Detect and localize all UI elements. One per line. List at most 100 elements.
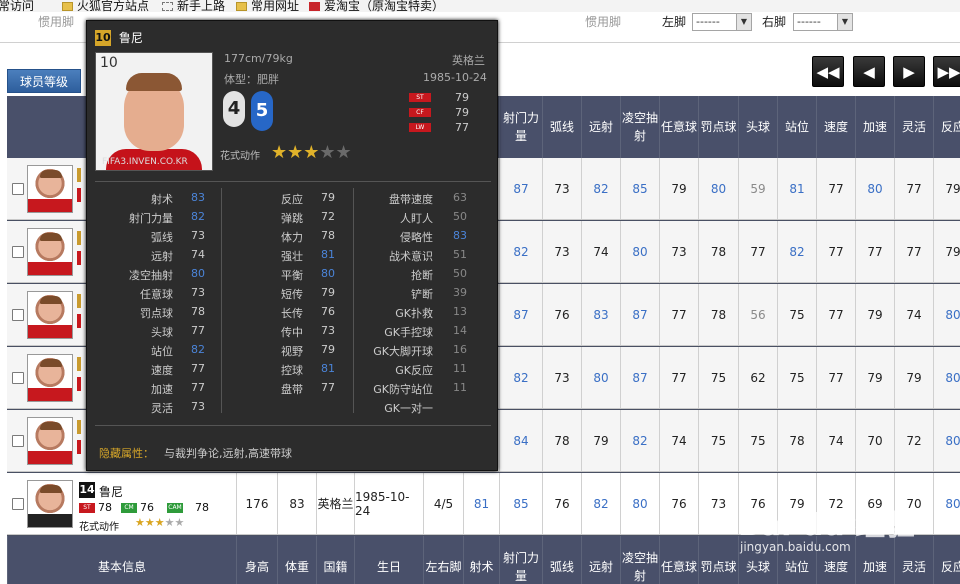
stat-label: 长传 [281, 307, 303, 320]
flair-label: 花式动作 [220, 151, 260, 162]
stat-cell: 77 [816, 158, 855, 219]
stat-label: 凌空抽射 [129, 269, 173, 282]
stat-cell: 87 [620, 347, 659, 408]
bookmark-item[interactable]: 爱淘宝（原淘宝特卖） [309, 0, 444, 12]
player-number-badge: 10 [95, 29, 111, 46]
strong-foot-icon: 5 [251, 91, 273, 131]
tab-player-grade[interactable]: 球员等级 [7, 69, 81, 93]
position-rating: 78 [98, 501, 112, 514]
stat-cell: 79 [659, 158, 698, 219]
stat-cell: 80 [933, 347, 960, 408]
folder-icon [236, 2, 247, 11]
stat-cell: 77 [659, 284, 698, 345]
bookmark-item[interactable]: 新手上路 [162, 0, 225, 12]
column-header: 任意球 [659, 536, 698, 584]
stat-label: 短传 [281, 288, 303, 301]
info-cell-nation: 英格兰 [316, 473, 354, 534]
bookmark-item[interactable]: 常访问 [0, 0, 34, 12]
column-header: 身高 [236, 536, 277, 584]
stat-cell: 73 [698, 473, 738, 534]
chevron-down-icon: ▼ [736, 14, 751, 30]
column-header: 凌空抽射 [620, 536, 659, 584]
stat-value: 73 [191, 229, 205, 242]
stat-value: 81 [321, 248, 335, 261]
filter-label-foot: 惯用脚 [38, 15, 75, 29]
row-checkbox[interactable] [12, 435, 24, 447]
column-header: 生日 [354, 536, 423, 584]
stat-cell: 82 [581, 473, 620, 534]
stat-label: 人盯人 [400, 212, 433, 225]
photo-number: 10 [100, 55, 118, 71]
stat-cell: 79 [894, 347, 933, 408]
column-header: 罚点球 [698, 96, 738, 158]
player-name: 鲁尼 [99, 485, 124, 499]
next-page-button[interactable]: ▶ [893, 56, 925, 87]
position-badge: CF [409, 108, 431, 117]
column-header: 头球 [738, 96, 777, 158]
stat-value: 51 [453, 248, 467, 261]
row-checkbox[interactable] [12, 183, 24, 195]
divider [95, 181, 491, 182]
stat-label: 侵略性 [400, 231, 433, 244]
stat-value: 83 [453, 229, 467, 242]
stat-cell: 77 [659, 347, 698, 408]
stat-label: GK大脚开球 [373, 345, 433, 358]
player-avatar [27, 228, 73, 276]
position-badge: CAM [167, 503, 183, 513]
stat-value: 50 [453, 267, 467, 280]
birth-date: 1985-10-24 [423, 71, 487, 84]
stat-value: 39 [453, 286, 467, 299]
column-header: 射门力量 [499, 96, 542, 158]
stat-value: 74 [191, 248, 205, 261]
stat-label: 平衡 [281, 269, 303, 282]
row-checkbox[interactable] [12, 498, 24, 510]
stat-cell: 70 [855, 410, 894, 471]
left-foot-label: 左脚 [662, 15, 687, 29]
stat-label: 加速 [151, 383, 173, 396]
right-foot-select[interactable]: ------ ▼ [793, 13, 853, 31]
stat-value: 79 [321, 191, 335, 204]
position-badge: ST [409, 93, 431, 102]
first-page-button[interactable]: ◀◀ [812, 56, 844, 87]
bookmark-item[interactable]: 常用网址 [236, 0, 299, 12]
row-checkbox[interactable] [12, 246, 24, 258]
stat-cell: 78 [698, 284, 738, 345]
stat-cell: 87 [499, 284, 542, 345]
row-checkbox[interactable] [12, 372, 24, 384]
row-checkbox[interactable] [12, 309, 24, 321]
column-header: 速度 [816, 96, 855, 158]
bookmark-item[interactable]: 火狐官方站点 [62, 0, 149, 12]
prev-page-button[interactable]: ◀ [853, 56, 885, 87]
stat-value: 77 [321, 381, 335, 394]
chevron-down-icon: ▼ [837, 14, 852, 30]
bookmark-label: 新手上路 [177, 0, 226, 12]
column-header: 反应 [933, 96, 960, 158]
stat-cell: 78 [777, 410, 816, 471]
stat-value: 77 [191, 362, 205, 375]
column-header: 站位 [777, 96, 816, 158]
bookmarks-bar: 常访问 火狐官方站点 新手上路 常用网址 爱淘宝（原淘宝特卖） [0, 0, 960, 12]
stat-label: 抢断 [411, 269, 433, 282]
stat-label: 铲断 [411, 288, 433, 301]
folder-icon [62, 2, 73, 11]
bookmark-label: 火狐官方站点 [77, 0, 150, 12]
stat-value: 80 [321, 267, 335, 280]
column-header: 远射 [581, 96, 620, 158]
stat-cell: 82 [581, 158, 620, 219]
stat-cell: 79 [581, 410, 620, 471]
stat-cell: 77 [894, 221, 933, 282]
stat-cell: 75 [777, 347, 816, 408]
stat-cell: 74 [581, 221, 620, 282]
stat-value: 73 [191, 286, 205, 299]
stat-label: GK扑救 [395, 307, 433, 320]
column-header: 弧线 [542, 96, 581, 158]
flair-label: 花式动作 [79, 522, 119, 533]
stat-cell: 73 [542, 347, 581, 408]
stat-value: 11 [453, 362, 467, 375]
last-page-button[interactable]: ▶▶ [933, 56, 960, 87]
stat-cell: 74 [816, 410, 855, 471]
stat-label: 速度 [151, 364, 173, 377]
left-foot-select[interactable]: ------ ▼ [692, 13, 752, 31]
stat-cell: 75 [698, 347, 738, 408]
stat-label: 盘带 [281, 383, 303, 396]
